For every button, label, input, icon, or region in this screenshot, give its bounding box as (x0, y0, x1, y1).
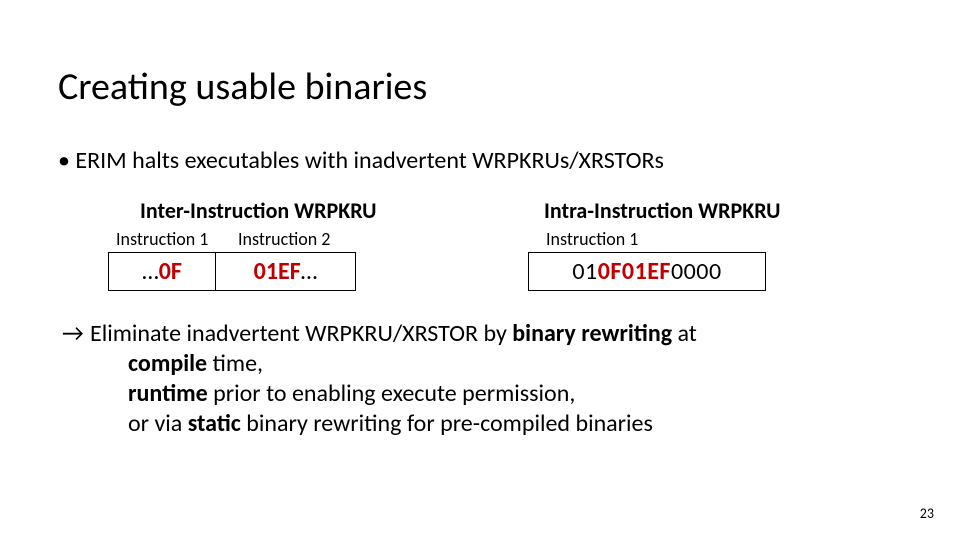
inter-box2-red: 01EF (254, 257, 301, 286)
inter-instruction-example: Inter-Instruction WRPKRU Instruction 1 I… (108, 197, 528, 291)
slide-title: Creating usable binaries (58, 64, 902, 110)
intra-instruction-example: Intra-Instruction WRPKRU Instruction 1 0… (528, 197, 888, 291)
intra-big-prefix: 01 (572, 257, 597, 286)
conclusion-rest: compile time, runtime prior to enabling … (128, 349, 902, 439)
slide: Creating usable binaries • ERIM halts ex… (0, 0, 960, 540)
concl-l4c: binary rewriting for pre-compiled binari… (241, 409, 653, 438)
inter-heading: Inter-Instruction WRPKRU (140, 197, 376, 224)
concl-l2: compile time, (128, 349, 902, 379)
examples-row: Inter-Instruction WRPKRU Instruction 1 I… (108, 197, 902, 291)
inter-labels: Instruction 1 Instruction 2 (108, 228, 378, 250)
intra-label-1: Instruction 1 (546, 228, 638, 250)
concl-l3a: runtime (128, 379, 208, 408)
inter-label-1: Instruction 1 (116, 228, 238, 250)
inter-box1-prefix: … (142, 257, 159, 286)
concl-l1-text: Eliminate inadvertent WRPKRU/XRSTOR by b… (90, 319, 697, 349)
intra-big-suffix: 0000 (671, 257, 722, 286)
concl-l1b: binary rewriting (512, 319, 672, 348)
page-number: 23 (920, 505, 934, 522)
concl-l3b: prior to enabling execute permission, (208, 379, 576, 408)
concl-l4b: static (188, 409, 241, 438)
conclusion: → Eliminate inadvertent WRPKRU/XRSTOR by… (62, 319, 902, 439)
concl-l2a: compile (128, 349, 207, 378)
intra-box: 010F01EF0000 (528, 252, 766, 291)
intra-heading: Intra-Instruction WRPKRU (544, 197, 780, 224)
inter-box-1: …0F (108, 252, 216, 291)
intra-big-red: 0F01EF (598, 257, 671, 286)
intra-boxes: 010F01EF0000 (528, 252, 766, 291)
concl-l4: or via static binary rewriting for pre-c… (128, 409, 902, 439)
concl-l1a: Eliminate inadvertent WRPKRU/XRSTOR by (90, 319, 512, 348)
inter-box2-suffix: … (301, 257, 318, 286)
inter-box-2: 01EF… (216, 252, 356, 291)
inter-box1-red: 0F (159, 257, 182, 286)
concl-l3: runtime prior to enabling execute permis… (128, 379, 902, 409)
concl-l1c: at (672, 319, 697, 348)
concl-l4a: or via (128, 409, 188, 438)
conclusion-line-1: → Eliminate inadvertent WRPKRU/XRSTOR by… (62, 319, 902, 349)
inter-label-2: Instruction 2 (238, 228, 378, 250)
inter-boxes: …0F 01EF… (108, 252, 356, 291)
arrow-icon: → (62, 319, 90, 349)
bullet-erim-halts: • ERIM halts executables with inadverten… (58, 146, 902, 175)
concl-l2b: time, (207, 349, 263, 378)
